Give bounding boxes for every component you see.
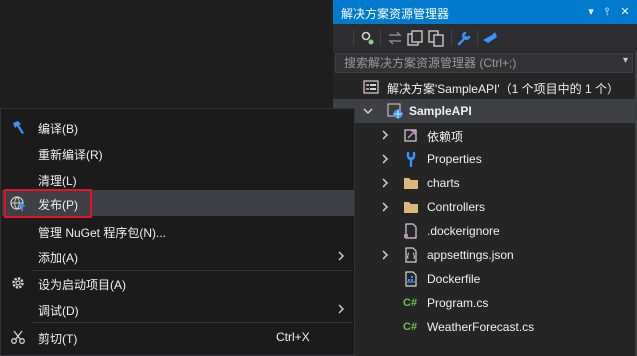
tree-item-charts[interactable]: charts xyxy=(333,171,635,195)
collapsed-chevron-icon[interactable] xyxy=(379,153,391,165)
tree-item-dependencies[interactable]: 依赖项 xyxy=(333,123,635,147)
toolbar-separator xyxy=(380,30,381,46)
expanded-chevron-icon[interactable] xyxy=(362,105,374,117)
tree-item-dockerfile[interactable]: Dockerfile xyxy=(333,267,635,291)
tree-item-label: 依赖项 xyxy=(427,130,464,144)
properties-wrench-icon[interactable] xyxy=(454,28,474,48)
tree-item-project[interactable]: SampleAPI xyxy=(333,99,635,123)
menu-item-manage-nuget[interactable]: 管理 NuGet 程序包(N)... xyxy=(2,218,354,244)
toolbar-separator xyxy=(353,30,354,46)
toolbar-separator xyxy=(477,30,478,46)
menu-item-set-startup[interactable]: 设为启动项目(A) xyxy=(2,270,354,296)
menu-item-label: 剪切(T) xyxy=(38,332,78,346)
solution-explorer-title-bar: 解决方案资源管理器 ▾ ⫯ ✕ xyxy=(333,0,637,24)
file-icon xyxy=(403,223,419,239)
folder-icon xyxy=(403,199,419,215)
submenu-arrow-icon xyxy=(337,250,345,262)
solution-explorer-toolbar xyxy=(333,24,637,52)
menu-item-debug[interactable]: 调试(D) xyxy=(2,296,354,322)
solution-label: 解决方案'SampleAPI'（1 个项目中的 1 个） xyxy=(387,82,619,96)
tree-item-label: charts xyxy=(427,176,460,190)
tree-item-appsettings[interactable]: appsettings.json xyxy=(333,243,635,267)
menu-item-label: 设为启动项目(A) xyxy=(38,278,126,292)
tree-item-label: Controllers xyxy=(427,200,486,214)
tree-item-solution[interactable]: 解决方案'SampleAPI'（1 个项目中的 1 个） xyxy=(333,75,635,99)
tree-item-label: .dockerignore xyxy=(427,224,500,238)
solution-explorer-panel: 解决方案资源管理器 ▾ ⫯ ✕ ▾ xyxy=(333,0,637,356)
wrench-icon xyxy=(403,151,419,168)
menu-item-cut[interactable]: 剪切(T) Ctrl+X xyxy=(2,324,354,350)
json-file-icon xyxy=(403,247,419,263)
menu-item-label: 编译(B) xyxy=(38,122,78,136)
submenu-arrow-icon xyxy=(337,303,345,315)
tree-item-label: appsettings.json xyxy=(427,248,514,262)
gear-icon xyxy=(10,275,26,291)
publish-highlight-box xyxy=(4,189,92,218)
search-input[interactable] xyxy=(336,54,624,72)
tree-item-controllers[interactable]: Controllers xyxy=(333,195,635,219)
tree-item-properties[interactable]: Properties xyxy=(333,147,635,171)
tree-item-program-cs[interactable]: C# Program.cs xyxy=(333,291,635,315)
collapse-all-icon[interactable] xyxy=(405,28,425,48)
csharp-file-icon: C# xyxy=(403,321,418,333)
menu-item-label: 重新编译(R) xyxy=(38,148,103,162)
switch-views-icon[interactable] xyxy=(385,28,405,48)
search-options-chevron-down-icon[interactable]: ▾ xyxy=(623,55,628,66)
menu-item-label: 管理 NuGet 程序包(N)... xyxy=(38,226,167,240)
tree-item-label: Program.cs xyxy=(427,296,489,310)
hammer-icon xyxy=(10,119,26,135)
collapsed-chevron-icon[interactable] xyxy=(379,129,391,141)
preview-selected-items-icon[interactable] xyxy=(480,28,500,48)
solution-icon xyxy=(363,79,379,95)
menu-item-label: 清理(L) xyxy=(38,174,77,188)
window-position-dropdown-icon[interactable]: ▾ xyxy=(583,3,599,21)
dependencies-icon xyxy=(403,127,419,143)
dockerfile-icon xyxy=(403,271,419,287)
scissors-icon xyxy=(10,329,26,345)
menu-item-label: 添加(A) xyxy=(38,251,78,265)
toolbar-separator xyxy=(451,30,452,46)
tree-item-label: WeatherForecast.cs xyxy=(427,320,535,334)
project-context-menu: 编译(B) 重新编译(R) 清理(L) 发布(P) 管理 NuGet 程序包(N… xyxy=(0,108,355,356)
pin-icon[interactable]: ⫯ xyxy=(599,3,615,21)
tree-item-dockerignore[interactable]: .dockerignore xyxy=(333,219,635,243)
sync-with-active-document-icon[interactable] xyxy=(357,28,377,48)
tree-item-weatherforecast-cs[interactable]: C# WeatherForecast.cs xyxy=(333,315,635,339)
show-all-files-icon[interactable] xyxy=(426,28,446,48)
close-icon[interactable]: ✕ xyxy=(617,3,633,21)
collapsed-chevron-icon[interactable] xyxy=(379,201,391,213)
menu-item-rebuild[interactable]: 重新编译(R) xyxy=(2,140,354,166)
project-label: SampleAPI xyxy=(409,104,472,118)
folder-icon xyxy=(403,175,419,191)
collapsed-chevron-icon[interactable] xyxy=(379,249,391,261)
solution-explorer-title: 解决方案资源管理器 xyxy=(341,7,450,21)
tree-item-label: Properties xyxy=(427,152,482,166)
search-solution-explorer-box[interactable]: ▾ xyxy=(335,53,633,73)
tree-item-label: Dockerfile xyxy=(427,272,481,286)
web-project-icon xyxy=(387,103,403,119)
menu-item-build[interactable]: 编译(B) xyxy=(2,114,354,140)
menu-item-add[interactable]: 添加(A) xyxy=(2,243,354,269)
csharp-file-icon: C# xyxy=(403,297,418,309)
menu-item-label: 调试(D) xyxy=(38,304,79,318)
collapsed-chevron-icon[interactable] xyxy=(379,177,391,189)
menu-separator xyxy=(31,322,353,323)
shortcut-label: Ctrl+X xyxy=(276,330,310,344)
